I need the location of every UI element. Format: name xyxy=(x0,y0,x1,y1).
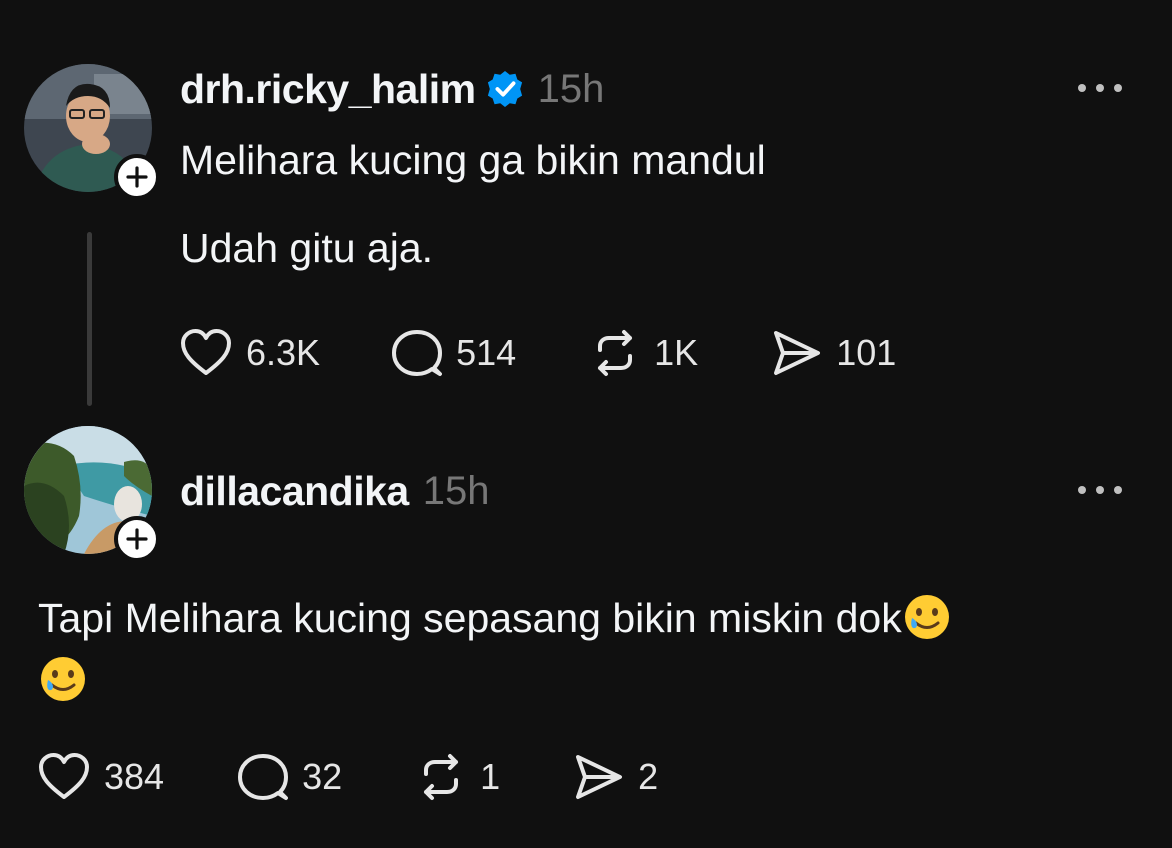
plus-icon xyxy=(126,166,148,188)
smiling-face-with-tear-emoji xyxy=(902,592,952,652)
share-button[interactable]: 101 xyxy=(772,328,896,378)
username[interactable]: dillacandika xyxy=(180,468,409,515)
post-header: drh.ricky_halim 15h xyxy=(180,64,604,114)
post-actions: 6.3K 514 1K 101 xyxy=(180,328,896,378)
post-text-emoji-line xyxy=(38,654,88,714)
repost-icon xyxy=(424,754,459,800)
thread-line xyxy=(87,232,92,406)
post-drh-ricky-halim: drh.ricky_halim 15h Melihara kucing ga b… xyxy=(0,0,1172,420)
verified-badge-icon xyxy=(486,70,524,108)
share-count: 101 xyxy=(836,332,897,373)
heart-icon xyxy=(39,753,89,799)
like-count: 384 xyxy=(104,756,165,797)
like-button[interactable]: 6.3K xyxy=(180,329,320,377)
plus-icon xyxy=(126,528,148,550)
reply-button[interactable]: 514 xyxy=(392,328,516,378)
post-header: dillacandika 15h xyxy=(180,466,489,516)
timestamp: 15h xyxy=(537,66,605,111)
repost-icon xyxy=(598,330,633,376)
timestamp: 15h xyxy=(422,468,490,513)
share-button[interactable]: 2 xyxy=(574,752,658,802)
repost-button[interactable]: 1 xyxy=(416,752,500,802)
comment-bubble-icon xyxy=(238,754,289,800)
like-count: 6.3K xyxy=(246,332,321,373)
comment-bubble-icon xyxy=(392,330,443,376)
share-count: 2 xyxy=(638,756,659,797)
post-dillacandika: dillacandika 15h Tapi Melihara kucing se… xyxy=(0,420,1172,848)
reply-count: 514 xyxy=(456,332,517,373)
repost-count: 1 xyxy=(480,756,501,797)
more-dots-icon xyxy=(1078,84,1086,92)
reply-count: 32 xyxy=(302,756,343,797)
heart-icon xyxy=(181,329,231,375)
more-dots-icon xyxy=(1078,486,1086,494)
post-text: Tapi Melihara kucing sepasang bikin misk… xyxy=(38,592,1098,652)
smiling-face-with-tear-emoji xyxy=(38,654,88,714)
post-text-body: Tapi Melihara kucing sepasang bikin misk… xyxy=(38,595,902,641)
reply-button[interactable]: 32 xyxy=(238,752,342,802)
follow-button[interactable] xyxy=(114,154,160,200)
post-actions: 384 32 1 2 xyxy=(38,752,658,802)
follow-button[interactable] xyxy=(114,516,160,562)
post-text-line-1: Melihara kucing ga bikin mandul xyxy=(180,137,766,183)
post-text-line-2: Udah gitu aja. xyxy=(180,225,434,271)
repost-count: 1K xyxy=(654,332,699,373)
send-icon xyxy=(576,755,623,799)
more-options-button[interactable] xyxy=(1078,78,1122,98)
send-icon xyxy=(774,331,821,375)
more-options-button[interactable] xyxy=(1078,480,1122,500)
username[interactable]: drh.ricky_halim xyxy=(180,66,476,113)
repost-button[interactable]: 1K xyxy=(590,328,698,378)
like-button[interactable]: 384 xyxy=(38,753,164,801)
